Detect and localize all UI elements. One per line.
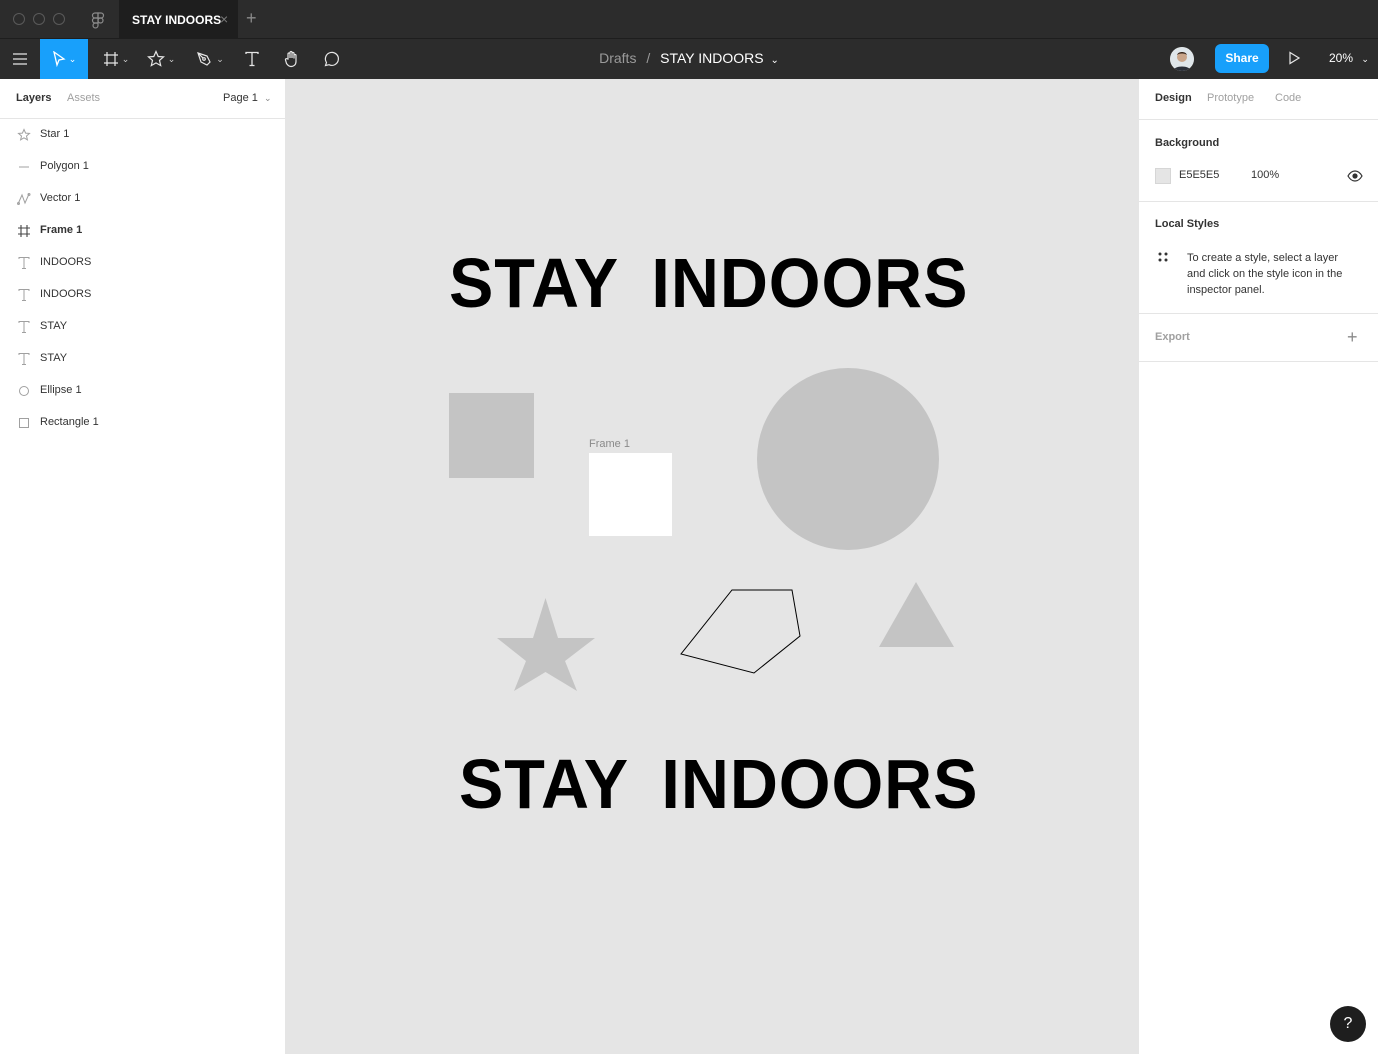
canvas[interactable]: STAY INDOORS Frame 1 STAY INDOORS (286, 79, 1138, 1054)
page-selector[interactable]: Page 1 ⌄ (223, 92, 271, 104)
figma-logo-icon[interactable] (88, 10, 108, 30)
layer-row[interactable]: Ellipse 1 (0, 375, 286, 407)
text-icon (18, 353, 30, 365)
canvas-text-indoors[interactable]: INDOORS (661, 745, 978, 823)
breadcrumb-separator: / (646, 50, 651, 66)
divider (1139, 361, 1378, 362)
close-tab-icon[interactable]: × (220, 11, 228, 27)
inspector-panel: Design Prototype Code Background E5E5E5 … (1138, 79, 1378, 1054)
layers-panel-header: Layers Assets Page 1 ⌄ (0, 79, 286, 119)
vector-icon (17, 193, 31, 205)
zoom-level: 20% (1329, 51, 1354, 65)
layer-label: Star 1 (40, 128, 70, 140)
background-hex-input[interactable]: E5E5E5 (1179, 169, 1219, 181)
layer-row[interactable]: Rectangle 1 (0, 407, 286, 439)
chevron-down-icon: ⌄ (263, 93, 272, 103)
file-tab[interactable]: STAY INDOORS × (119, 0, 238, 39)
chevron-down-icon: ⌄ (1361, 54, 1369, 64)
add-export-button[interactable]: + (1347, 327, 1358, 348)
layer-label: STAY (40, 320, 68, 332)
background-opacity-input[interactable]: 100% (1251, 169, 1279, 181)
export-section-title: Export (1155, 331, 1190, 343)
layer-label: INDOORS (40, 256, 92, 268)
zoom-window-button[interactable] (53, 13, 65, 25)
user-avatar[interactable] (1170, 47, 1194, 71)
close-window-button[interactable] (13, 13, 25, 25)
local-styles-title: Local Styles (1155, 218, 1220, 230)
breadcrumb-file-name[interactable]: STAY INDOORS (660, 50, 763, 66)
style-grid-icon (1158, 252, 1168, 262)
canvas-text-bottom[interactable]: STAY INDOORS (459, 744, 978, 824)
title-bar: STAY INDOORS × + (0, 0, 1378, 39)
divider (1139, 201, 1378, 202)
text-icon (18, 257, 30, 269)
hint-line: To create a style, select a layer (1187, 252, 1339, 264)
layer-row[interactable]: INDOORS (0, 247, 286, 279)
page-selector-label: Page 1 (223, 92, 258, 104)
layer-label: STAY (40, 352, 68, 364)
layers-panel: Layers Assets Page 1 ⌄ Star 1 Polygon 1 … (0, 79, 286, 1054)
ellipse-icon (19, 386, 29, 396)
local-styles-hint: To create a style, select a layer and cl… (1187, 250, 1342, 298)
chevron-down-icon[interactable]: ⌄ (770, 55, 778, 66)
eye-icon[interactable] (1347, 169, 1363, 183)
background-color-swatch[interactable] (1155, 168, 1171, 184)
present-button[interactable] (1287, 51, 1301, 65)
layer-row[interactable]: Polygon 1 (0, 151, 286, 183)
canvas-shapes (497, 582, 954, 691)
divider (1139, 119, 1378, 120)
vector-shape[interactable] (680, 589, 801, 674)
background-section-title: Background (1155, 137, 1220, 149)
star-shape[interactable] (497, 598, 595, 691)
tab-layers[interactable]: Layers (16, 92, 51, 104)
layer-label: Polygon 1 (40, 160, 89, 172)
polygon-icon (19, 166, 29, 168)
tab-code[interactable]: Code (1275, 92, 1301, 104)
layer-row[interactable]: Star 1 (0, 119, 286, 151)
polygon-shape[interactable] (879, 582, 954, 647)
text-icon (18, 321, 30, 333)
minimize-window-button[interactable] (33, 13, 45, 25)
layer-row[interactable]: Frame 1 (0, 215, 286, 247)
layer-label: Rectangle 1 (40, 416, 99, 428)
file-tab-title: STAY INDOORS (132, 13, 222, 27)
layer-label: INDOORS (40, 288, 92, 300)
star-icon (17, 128, 31, 141)
zoom-dropdown[interactable]: 20% ⌄ (1329, 51, 1369, 65)
layer-label: Vector 1 (40, 192, 81, 204)
frame-hash-icon (18, 225, 30, 237)
hint-line: and click on the style icon in the (1187, 268, 1343, 280)
tab-design[interactable]: Design (1155, 92, 1192, 104)
canvas-text-stay[interactable]: STAY (459, 745, 629, 823)
rectangle-icon (19, 418, 29, 428)
layer-row[interactable]: STAY (0, 311, 286, 343)
layer-row[interactable]: STAY (0, 343, 286, 375)
breadcrumb-drafts[interactable]: Drafts (599, 50, 636, 66)
text-icon (18, 289, 30, 301)
tab-assets[interactable]: Assets (67, 92, 100, 104)
layer-label: Ellipse 1 (40, 384, 82, 396)
share-button[interactable]: Share (1215, 44, 1269, 73)
figma-window: STAY INDOORS × + ⌄ ⌄ ⌄ ⌄ Drafts / STAY I… (0, 0, 1378, 1054)
layer-label: Frame 1 (40, 224, 83, 236)
layer-row[interactable]: INDOORS (0, 279, 286, 311)
layer-row[interactable]: Vector 1 (0, 183, 286, 215)
divider (1139, 313, 1378, 314)
help-button[interactable]: ? (1330, 1006, 1366, 1042)
play-icon (1289, 51, 1301, 65)
tab-prototype[interactable]: Prototype (1207, 92, 1254, 104)
new-tab-button[interactable]: + (246, 8, 257, 29)
hint-line: inspector panel. (1187, 284, 1265, 296)
